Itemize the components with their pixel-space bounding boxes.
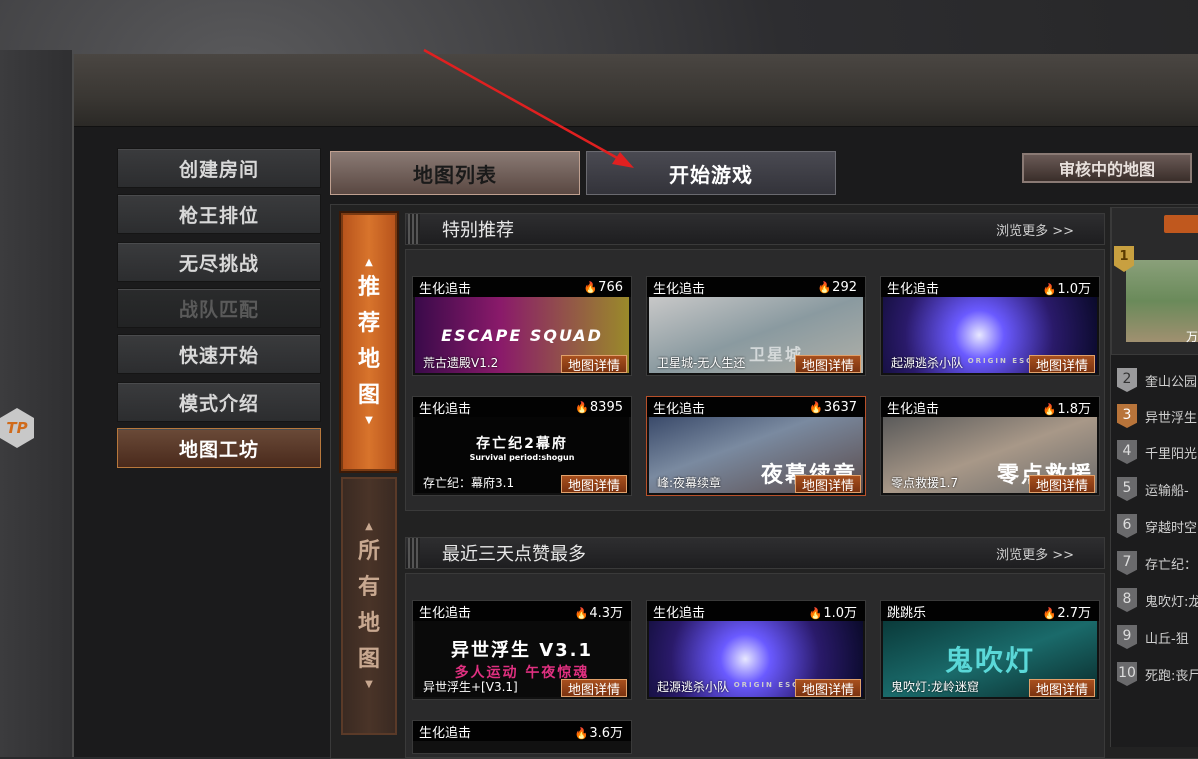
- flame-icon: 🔥: [808, 606, 823, 620]
- map-card[interactable]: 卫星城 生化追击 🔥292 卫星城-无人生还 地图详情: [646, 276, 866, 376]
- grip-icon: [408, 214, 420, 244]
- ranking-row[interactable]: 7 存亡纪：: [1117, 548, 1198, 578]
- tab-recommended-maps[interactable]: ▲ 推 荐 地 图 ▼: [341, 213, 397, 471]
- ranking-row[interactable]: 9 山丘-狙: [1117, 622, 1198, 652]
- flame-icon: 🔥: [574, 606, 589, 620]
- up-arrow-icon: ▲: [365, 521, 373, 532]
- grip-icon: [408, 538, 420, 568]
- menu-endless-challenge[interactable]: 无尽挑战: [117, 242, 321, 282]
- map-detail-button[interactable]: 地图详情: [795, 679, 861, 698]
- most-liked-grid: 异世浮生 V3.1 多人运动 午夜惊魂 生化追击 🔥4.3万 异世浮生+[V3.1…: [405, 573, 1105, 758]
- menu-team-match: 战队匹配: [117, 288, 321, 328]
- tab-map-list[interactable]: 地图列表: [330, 151, 580, 195]
- menu-map-workshop[interactable]: 地图工坊: [117, 428, 321, 468]
- tab-all-maps[interactable]: ▲ 所 有 地 图 ▼: [341, 477, 397, 735]
- ranking-top-map[interactable]: 1 万: [1111, 207, 1198, 355]
- browse-more-link[interactable]: 浏览更多 >>: [996, 220, 1074, 239]
- tab-start-game[interactable]: 开始游戏: [586, 151, 836, 195]
- map-detail-button[interactable]: 地图详情: [561, 475, 627, 494]
- ranking-panel: 1 万 2 奎山公园 3 异世浮生 4 千里阳光 5 运输船- 6 穿越时空 7 存亡纪： …: [1110, 207, 1198, 747]
- menu-gun-king-rank[interactable]: 枪王排位: [117, 194, 321, 234]
- browse-more-link[interactable]: 浏览更多 >>: [996, 544, 1074, 563]
- map-card[interactable]: 存亡纪2幕府 Survival period:shogun 生化追击 🔥8395 …: [412, 396, 632, 496]
- map-detail-button[interactable]: 地图详情: [1029, 475, 1095, 494]
- map-card[interactable]: 鬼吹灯 跳跳乐 🔥2.7万 鬼吹灯:龙岭迷窟 地图详情: [880, 600, 1100, 700]
- ranking-row[interactable]: 8 鬼吹灯:龙: [1117, 585, 1198, 615]
- section-most-liked-header: 最近三天点赞最多 浏览更多 >>: [405, 537, 1105, 569]
- map-detail-button[interactable]: 地图详情: [795, 475, 861, 494]
- ranking-row[interactable]: 3 异世浮生: [1117, 401, 1198, 431]
- ranking-tab-button[interactable]: [1164, 215, 1198, 233]
- menu-quick-start[interactable]: 快速开始: [117, 334, 321, 374]
- down-arrow-icon: ▼: [365, 415, 373, 426]
- window-header: [74, 54, 1198, 127]
- map-detail-button[interactable]: 地图详情: [561, 355, 627, 374]
- map-detail-button[interactable]: 地图详情: [795, 355, 861, 374]
- reviewing-maps-button[interactable]: 审核中的地图: [1022, 153, 1192, 183]
- ranking-row[interactable]: 4 千里阳光: [1117, 437, 1198, 467]
- map-card[interactable]: 零点救援 生化追击🔥1.8万 零点救援1.7 地图详情: [880, 396, 1100, 496]
- flame-icon: 🔥: [1042, 282, 1057, 296]
- map-card[interactable]: 夜幕续章 生化追击🔥3637 峰:夜幕续章 地图详情: [646, 396, 866, 496]
- map-detail-button[interactable]: 地图详情: [1029, 355, 1095, 374]
- menu-mode-intro[interactable]: 模式介绍: [117, 382, 321, 422]
- menu-create-room[interactable]: 创建房间: [117, 148, 321, 188]
- flame-icon: 🔥: [583, 280, 598, 294]
- section-featured-header: 特别推荐 浏览更多 >>: [405, 213, 1105, 245]
- flame-icon: 🔥: [575, 400, 589, 414]
- flame-icon: 🔥: [809, 400, 823, 414]
- ranking-row[interactable]: 10 死跑:丧尸: [1117, 659, 1198, 689]
- map-card[interactable]: 生化追击 🔥3.6万: [412, 720, 632, 754]
- map-list-content: ▲ 推 荐 地 图 ▼ ▲ 所 有 地 图 ▼ 特别推荐 浏览更多 >> ESC…: [330, 204, 1198, 759]
- ranking-row[interactable]: 2 奎山公园: [1117, 365, 1198, 395]
- outer-left-panel: [0, 50, 72, 757]
- flame-icon: 🔥: [1042, 606, 1057, 620]
- map-card[interactable]: ORIGIN ESCAPESQUAD 生化追击🔥1.0万 起源逃杀小队 地图详情: [646, 600, 866, 700]
- ranking-row[interactable]: 6 穿越时空: [1117, 511, 1198, 541]
- map-card[interactable]: ORIGIN ESCAPESQUAD 生化追击🔥1.0万 起源逃杀小队 地图详情: [880, 276, 1100, 376]
- down-arrow-icon: ▼: [365, 679, 373, 690]
- map-card[interactable]: ESCAPE SQUAD 生化追击 🔥766 荒古遗殿V1.2 地图详情: [412, 276, 632, 376]
- flame-icon: 🔥: [574, 726, 589, 740]
- map-card[interactable]: 异世浮生 V3.1 多人运动 午夜惊魂 生化追击 🔥4.3万 异世浮生+[V3.1…: [412, 600, 632, 700]
- flame-icon: 🔥: [817, 280, 832, 294]
- map-detail-button[interactable]: 地图详情: [561, 679, 627, 698]
- ranking-row[interactable]: 5 运输船-: [1117, 474, 1198, 504]
- flame-icon: 🔥: [1042, 402, 1057, 416]
- map-detail-button[interactable]: 地图详情: [1029, 679, 1095, 698]
- map-workshop-window: 创建房间 枪王排位 无尽挑战 战队匹配 快速开始 模式介绍 地图工坊 地图列表 …: [72, 54, 1198, 759]
- featured-grid: ESCAPE SQUAD 生化追击 🔥766 荒古遗殿V1.2 地图详情 卫星城 …: [405, 249, 1105, 511]
- up-arrow-icon: ▲: [365, 257, 373, 268]
